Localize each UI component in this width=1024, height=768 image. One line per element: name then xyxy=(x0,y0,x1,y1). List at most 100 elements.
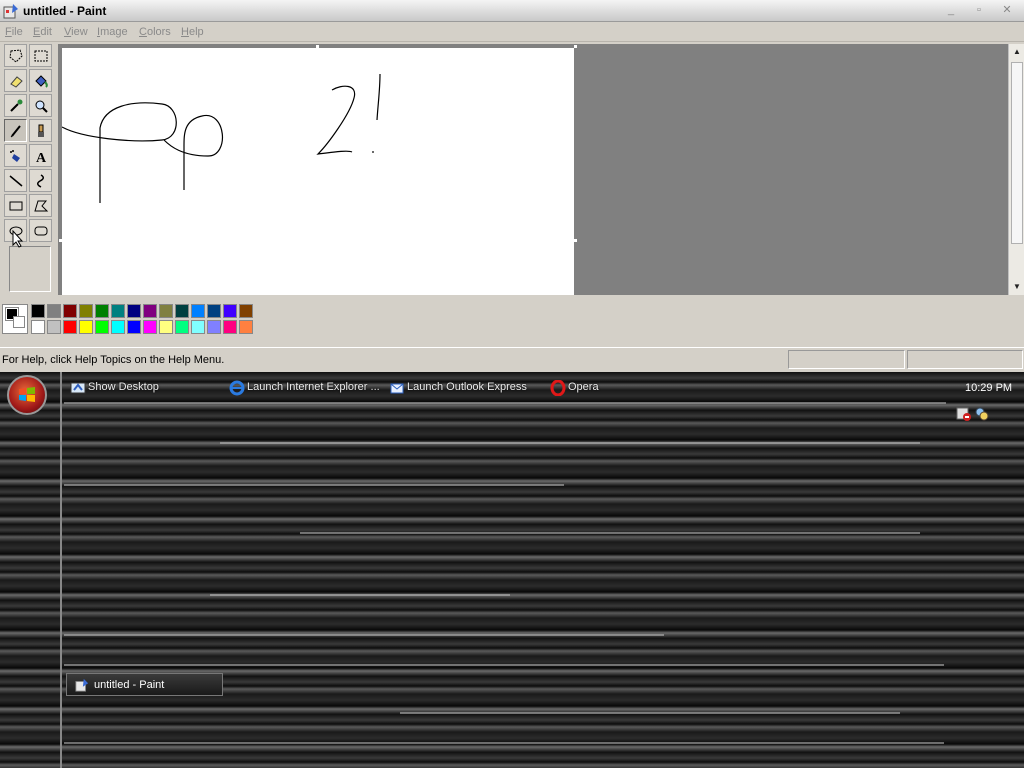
palette-swatch[interactable] xyxy=(223,304,237,318)
canvas-area[interactable] xyxy=(58,44,1008,295)
palette-swatch[interactable] xyxy=(191,304,205,318)
brush-tool[interactable] xyxy=(29,119,52,142)
eyedropper-icon xyxy=(10,99,23,112)
toolbox: A xyxy=(2,44,56,294)
magnifier-tool[interactable] xyxy=(29,94,52,117)
palette-swatch[interactable] xyxy=(95,304,109,318)
pencil-tool[interactable] xyxy=(4,119,27,142)
scroll-up-arrow-icon[interactable]: ▲ xyxy=(1009,44,1024,60)
menu-help[interactable]: Help xyxy=(181,26,204,38)
status-bar: For Help, click Help Topics on the Help … xyxy=(0,347,1024,371)
palette-swatch[interactable] xyxy=(111,320,125,334)
system-tray xyxy=(956,406,996,424)
menu-colors[interactable]: Colors xyxy=(139,26,171,38)
curve-icon xyxy=(37,174,44,188)
palette-swatch[interactable] xyxy=(207,320,221,334)
scroll-thumb[interactable] xyxy=(1011,62,1023,244)
color-palette xyxy=(0,300,260,340)
brush-icon xyxy=(38,124,44,137)
palette-swatch[interactable] xyxy=(111,304,125,318)
palette-swatch[interactable] xyxy=(159,304,173,318)
magnifier-icon xyxy=(35,100,48,113)
fill-bucket-icon xyxy=(35,75,48,88)
fill-tool[interactable] xyxy=(29,69,52,92)
palette-swatch[interactable] xyxy=(143,304,157,318)
line-tool[interactable] xyxy=(4,169,27,192)
canvas-resize-handle[interactable] xyxy=(574,239,577,242)
menu-edit[interactable]: Edit xyxy=(33,26,52,38)
rectangle-tool[interactable] xyxy=(4,194,27,217)
drawing-canvas[interactable] xyxy=(61,48,574,295)
text-tool[interactable]: A xyxy=(29,144,52,167)
polygon-tool[interactable] xyxy=(29,194,52,217)
close-button[interactable]: ✕ xyxy=(994,2,1020,18)
outlook-express-icon xyxy=(390,383,404,394)
palette-swatch[interactable] xyxy=(127,320,141,334)
paint-app-icon xyxy=(75,678,89,692)
menu-image[interactable]: Image xyxy=(97,26,128,38)
eraser-icon xyxy=(10,76,23,88)
palette-swatch[interactable] xyxy=(63,320,77,334)
palette-swatch[interactable] xyxy=(159,320,173,334)
text-icon: A xyxy=(36,151,47,164)
free-form-select-icon xyxy=(9,49,23,63)
opera-icon xyxy=(550,380,566,396)
palette-swatch[interactable] xyxy=(207,304,221,318)
palette-swatch[interactable] xyxy=(63,304,77,318)
palette-swatch[interactable] xyxy=(127,304,141,318)
palette-swatch[interactable] xyxy=(31,304,45,318)
select-tool[interactable] xyxy=(29,44,52,67)
palette-swatch[interactable] xyxy=(79,304,93,318)
rectangle-icon xyxy=(9,201,23,211)
status-pane-size xyxy=(907,350,1023,369)
taskbar-button-paint[interactable]: untitled - Paint xyxy=(66,673,223,696)
desktop-taskbar: Show Desktop Launch Internet Explorer ..… xyxy=(0,372,1024,768)
canvas-drawing xyxy=(61,73,381,203)
show-desktop-icon xyxy=(70,382,86,394)
polygon-icon xyxy=(34,200,49,212)
airbrush-tool[interactable] xyxy=(4,144,27,167)
menu-file[interactable]: File xyxy=(5,26,23,38)
pick-color-tool[interactable] xyxy=(4,94,27,117)
palette-swatch[interactable] xyxy=(223,320,237,334)
windows-logo-icon xyxy=(19,387,35,402)
network-icon[interactable] xyxy=(974,406,990,422)
background-color xyxy=(13,316,25,328)
system-clock[interactable]: 10:29 PM xyxy=(965,382,1012,394)
rounded-rectangle-icon xyxy=(34,226,48,236)
palette-swatch[interactable] xyxy=(143,320,157,334)
vertical-scrollbar[interactable]: ▲ ▼ xyxy=(1008,44,1024,295)
title-bar[interactable]: untitled - Paint _ ▫ ✕ xyxy=(0,0,1024,22)
minimize-button[interactable]: _ xyxy=(938,2,964,18)
palette-swatch[interactable] xyxy=(47,320,61,334)
select-icon xyxy=(34,50,48,62)
palette-swatch[interactable] xyxy=(239,320,253,334)
airbrush-icon xyxy=(10,150,20,162)
palette-swatch[interactable] xyxy=(175,304,189,318)
paint-app-icon xyxy=(3,3,19,19)
canvas-resize-handle[interactable] xyxy=(316,45,319,48)
current-colors[interactable] xyxy=(2,304,28,334)
paint-window: untitled - Paint _ ▫ ✕ File Edit View Im… xyxy=(0,0,1024,372)
palette-swatch[interactable] xyxy=(31,320,45,334)
start-button[interactable] xyxy=(7,375,47,415)
palette-swatch[interactable] xyxy=(47,304,61,318)
palette-swatch[interactable] xyxy=(191,320,205,334)
maximize-button[interactable]: ▫ xyxy=(966,2,992,18)
canvas-resize-handle[interactable] xyxy=(59,239,62,242)
scroll-down-arrow-icon[interactable]: ▼ xyxy=(1009,279,1024,295)
menu-view[interactable]: View xyxy=(64,26,88,38)
security-alert-icon[interactable] xyxy=(956,406,972,422)
palette-swatch[interactable] xyxy=(239,304,253,318)
curve-tool[interactable] xyxy=(29,169,52,192)
palette-swatch[interactable] xyxy=(79,320,93,334)
pencil-icon xyxy=(10,125,21,138)
eraser-tool[interactable] xyxy=(4,69,27,92)
palette-swatch[interactable] xyxy=(175,320,189,334)
rounded-rectangle-tool[interactable] xyxy=(29,219,52,242)
free-form-select-tool[interactable] xyxy=(4,44,27,67)
internet-explorer-icon xyxy=(229,380,245,396)
palette-swatch[interactable] xyxy=(95,320,109,334)
canvas-resize-handle[interactable] xyxy=(574,45,577,48)
tool-options-box[interactable] xyxy=(9,246,51,292)
